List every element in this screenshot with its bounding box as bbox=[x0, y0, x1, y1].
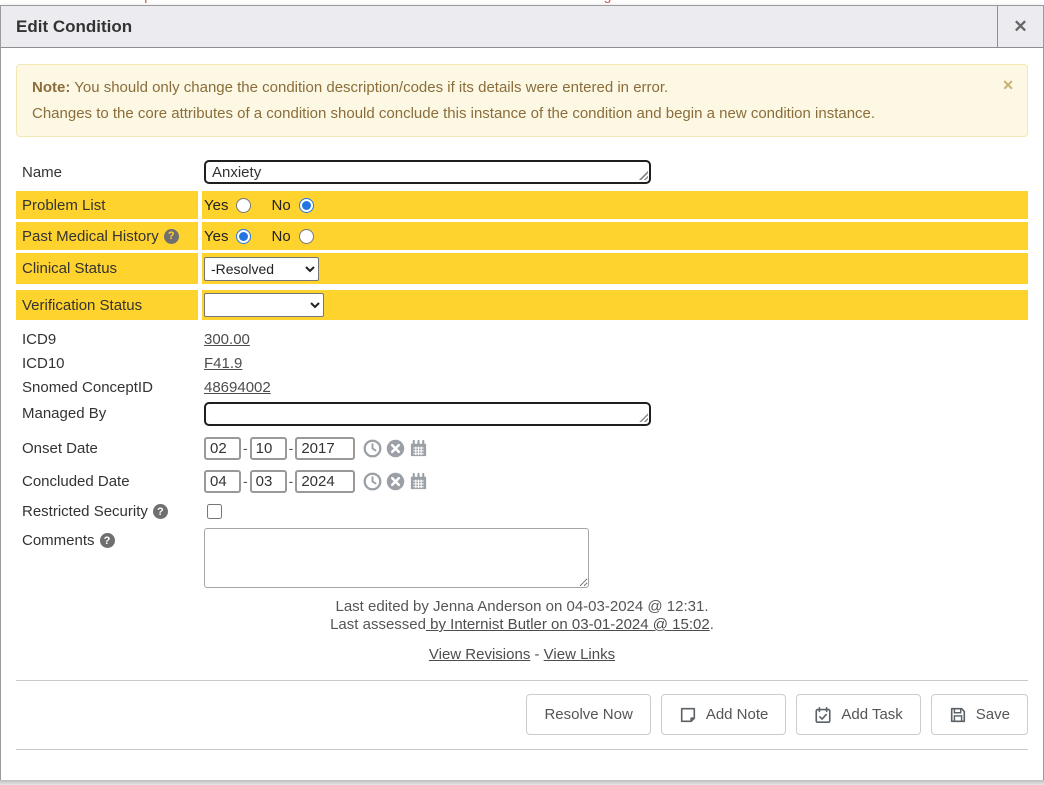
managed-by-row: Managed By bbox=[16, 399, 1028, 428]
last-assessed-text: Last assessed by Internist Butler on 03-… bbox=[16, 616, 1028, 634]
help-icon[interactable]: ? bbox=[100, 533, 115, 548]
clear-date-icon[interactable] bbox=[386, 439, 405, 458]
restricted-security-checkbox[interactable] bbox=[207, 504, 222, 519]
note-icon bbox=[679, 706, 697, 724]
pmh-no-radio[interactable] bbox=[299, 229, 314, 244]
add-note-label: Add Note bbox=[706, 706, 769, 723]
clinical-status-label: Clinical Status bbox=[16, 253, 198, 284]
note-line-1: Note: You should only change the conditi… bbox=[32, 75, 1012, 101]
problem-list-no-radio[interactable] bbox=[299, 198, 314, 213]
snomed-row: Snomed ConceptID 48694002 bbox=[16, 375, 1028, 399]
add-note-button[interactable]: Add Note bbox=[661, 694, 787, 735]
add-task-label: Add Task bbox=[841, 706, 902, 723]
concluded-day-input[interactable] bbox=[250, 470, 287, 493]
verification-status-select[interactable] bbox=[204, 293, 324, 317]
problem-list-yes-label: Yes bbox=[204, 197, 228, 214]
last-assessed-link[interactable]: by Internist Butler on 03-01-2024 @ 15:0… bbox=[426, 616, 710, 633]
onset-date-row: Onset Date - - bbox=[16, 433, 1028, 463]
view-links-link[interactable]: View Links bbox=[544, 646, 615, 663]
date-dash: - bbox=[243, 440, 248, 456]
clock-icon[interactable] bbox=[363, 439, 382, 458]
concluded-year-input[interactable] bbox=[295, 470, 355, 493]
icd9-row: ICD9 300.00 bbox=[16, 327, 1028, 351]
name-label: Name bbox=[16, 155, 198, 189]
problem-list-yes-radio[interactable] bbox=[236, 198, 251, 213]
clinical-status-select[interactable]: -Resolved bbox=[204, 257, 319, 281]
clear-date-icon[interactable] bbox=[386, 472, 405, 491]
calendar-icon[interactable] bbox=[409, 472, 428, 491]
concluded-month-input[interactable] bbox=[204, 470, 241, 493]
background-bottom-strip bbox=[0, 780, 1044, 785]
date-dash: - bbox=[289, 473, 294, 489]
task-calendar-icon bbox=[814, 706, 832, 724]
concluded-date-row: Concluded Date - - bbox=[16, 466, 1028, 496]
pmh-yes-label: Yes bbox=[204, 228, 228, 245]
problem-list-row: Problem List Yes No bbox=[16, 191, 1028, 219]
note-text-1: You should only change the condition des… bbox=[70, 79, 668, 96]
note-close-icon[interactable]: ✕ bbox=[1002, 74, 1014, 98]
resolve-now-button[interactable]: Resolve Now bbox=[526, 694, 650, 735]
problem-list-no-label: No bbox=[271, 197, 290, 214]
view-links-line: View Revisions - View Links bbox=[16, 646, 1028, 664]
bottom-divider bbox=[16, 749, 1028, 750]
icd9-code-link[interactable]: 300.00 bbox=[204, 331, 250, 348]
dialog-footer: Resolve Now Add Note Add Task Save bbox=[1, 681, 1043, 735]
close-icon[interactable]: ✕ bbox=[997, 6, 1043, 48]
last-assessed-prefix: Last assessed bbox=[330, 616, 426, 633]
comments-row: Comments ? bbox=[16, 528, 1028, 588]
comments-label: Comments bbox=[22, 532, 95, 549]
add-task-button[interactable]: Add Task bbox=[796, 694, 920, 735]
resolve-now-label: Resolve Now bbox=[544, 706, 632, 723]
edit-condition-dialog: Edit Condition ✕ Note: You should only c… bbox=[0, 5, 1044, 781]
condition-form: Name Problem List Yes No bbox=[16, 155, 1028, 664]
note-prefix: Note: bbox=[32, 79, 70, 96]
restricted-security-label: Restricted Security bbox=[22, 503, 148, 520]
calendar-icon[interactable] bbox=[409, 439, 428, 458]
save-button[interactable]: Save bbox=[931, 694, 1028, 735]
onset-year-input[interactable] bbox=[295, 437, 355, 460]
icd10-row: ICD10 F41.9 bbox=[16, 351, 1028, 375]
help-icon[interactable]: ? bbox=[153, 504, 168, 519]
onset-day-input[interactable] bbox=[250, 437, 287, 460]
clinical-status-row: Clinical Status -Resolved bbox=[16, 253, 1028, 284]
warning-note-banner: Note: You should only change the conditi… bbox=[16, 64, 1028, 137]
last-edited-text: Last edited by Jenna Anderson on 04-03-2… bbox=[16, 598, 1028, 616]
concluded-date-label: Concluded Date bbox=[16, 466, 198, 496]
snomed-label: Snomed ConceptID bbox=[16, 375, 198, 399]
past-medical-history-row: Past Medical History ? Yes No bbox=[16, 222, 1028, 250]
clock-icon[interactable] bbox=[363, 472, 382, 491]
date-dash: - bbox=[243, 473, 248, 489]
verification-status-label: Verification Status bbox=[16, 290, 198, 320]
date-dash: - bbox=[289, 440, 294, 456]
save-icon bbox=[949, 706, 967, 724]
links-separator: - bbox=[530, 646, 543, 663]
icd9-label: ICD9 bbox=[16, 327, 198, 351]
icd10-code-link[interactable]: F41.9 bbox=[204, 355, 242, 372]
pmh-no-label: No bbox=[271, 228, 290, 245]
help-icon[interactable]: ? bbox=[164, 229, 179, 244]
dialog-title: Edit Condition bbox=[1, 17, 132, 37]
audit-info: Last edited by Jenna Anderson on 04-03-2… bbox=[16, 598, 1028, 664]
dialog-header: Edit Condition ✕ bbox=[1, 6, 1043, 48]
last-assessed-suffix: . bbox=[710, 616, 714, 633]
background-nav-text: Tasks 4 Open Enc 1 Due List 10 Over Ref … bbox=[0, 0, 1044, 3]
onset-month-input[interactable] bbox=[204, 437, 241, 460]
managed-by-input[interactable] bbox=[204, 402, 651, 426]
save-label: Save bbox=[976, 706, 1010, 723]
comments-textarea[interactable] bbox=[204, 528, 589, 588]
note-line-2: Changes to the core attributes of a cond… bbox=[32, 101, 1012, 127]
pmh-yes-radio[interactable] bbox=[236, 229, 251, 244]
problem-list-label: Problem List bbox=[16, 191, 198, 219]
verification-status-row: Verification Status bbox=[16, 290, 1028, 320]
restricted-security-row: Restricted Security ? bbox=[16, 499, 1028, 524]
past-medical-history-label: Past Medical History bbox=[22, 228, 159, 245]
snomed-code-link[interactable]: 48694002 bbox=[204, 379, 271, 396]
view-revisions-link[interactable]: View Revisions bbox=[429, 646, 530, 663]
icd10-label: ICD10 bbox=[16, 351, 198, 375]
managed-by-label: Managed By bbox=[16, 399, 198, 428]
name-input[interactable] bbox=[204, 160, 651, 184]
name-row: Name bbox=[16, 155, 1028, 189]
onset-date-label: Onset Date bbox=[16, 433, 198, 463]
